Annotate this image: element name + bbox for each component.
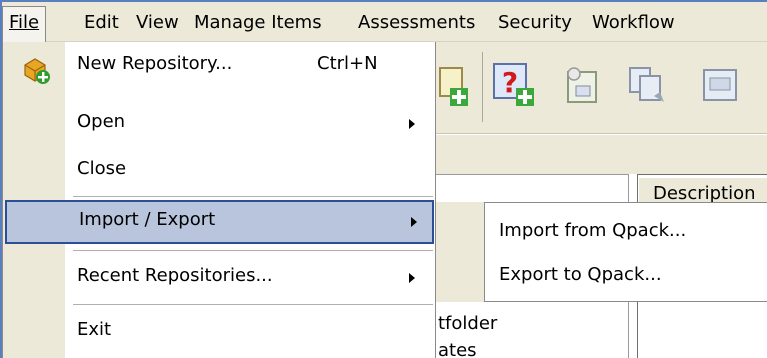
menu-assessments-label: Assessments: [358, 12, 476, 33]
application-window: ? Description tfolder ates File Edit Vie…: [0, 0, 767, 358]
import-export-submenu: Import from Qpack... Export to Qpack...: [484, 202, 767, 302]
menu-bar: File Edit View Manage Items Assessments …: [2, 2, 767, 43]
tree-item[interactable]: tfolder: [438, 313, 497, 334]
menu-separator: [73, 196, 433, 197]
submenu-icon-gutter: [436, 202, 484, 302]
menu-item-close[interactable]: Close: [3, 149, 435, 193]
menu-item-label: Recent Repositories...: [77, 265, 273, 286]
menu-view-label: View: [136, 12, 179, 33]
item-preview-icon[interactable]: [692, 60, 740, 108]
menu-item-export-to-qpack[interactable]: Export to Qpack...: [499, 253, 662, 297]
menu-item-label: Export to Qpack...: [499, 264, 662, 285]
menu-manage-items[interactable]: Manage Items: [188, 8, 328, 38]
menu-item-new-repository[interactable]: New Repository... Ctrl+N: [3, 53, 435, 99]
menu-item-label: Exit: [77, 319, 112, 340]
menu-view[interactable]: View: [130, 8, 185, 38]
menu-security-label: Security: [498, 12, 572, 33]
file-menu-dropdown: New Repository... Ctrl+N Open Close Impo…: [2, 42, 436, 358]
menu-item-label: Open: [77, 111, 126, 132]
menu-item-label: Close: [77, 158, 127, 179]
menu-item-shortcut: Ctrl+N: [317, 53, 378, 74]
menu-item-label: Import from Qpack...: [499, 220, 687, 241]
submenu-arrow-icon: [409, 273, 415, 283]
menu-item-label: New Repository...: [77, 53, 233, 74]
menu-file-label: File: [9, 12, 40, 33]
menu-item-label: Import / Export: [79, 209, 216, 230]
menu-separator: [73, 250, 433, 251]
menu-workflow-label: Workflow: [592, 12, 675, 33]
menu-manage-items-label: Manage Items: [194, 12, 322, 33]
menu-security[interactable]: Security: [492, 8, 578, 38]
new-repository-icon: [24, 58, 50, 84]
menu-file[interactable]: File: [2, 6, 47, 43]
toolbar-separator: [482, 52, 483, 122]
submenu-arrow-icon: [411, 217, 417, 227]
tree-item[interactable]: ates: [438, 340, 477, 358]
item-properties-icon[interactable]: [558, 60, 606, 108]
copy-item-icon[interactable]: [624, 60, 672, 108]
menu-item-open[interactable]: Open: [3, 102, 435, 146]
menu-workflow[interactable]: Workflow: [586, 8, 681, 38]
menu-edit-label: Edit: [84, 12, 119, 33]
menu-assessments[interactable]: Assessments: [352, 8, 481, 38]
menu-separator: [73, 304, 433, 305]
menu-item-import-export[interactable]: Import / Export: [5, 200, 434, 244]
menu-edit[interactable]: Edit: [78, 8, 125, 38]
menu-item-import-from-qpack[interactable]: Import from Qpack...: [499, 209, 686, 253]
menu-item-exit[interactable]: Exit: [3, 310, 435, 354]
new-question-icon[interactable]: ?: [490, 60, 538, 108]
svg-text:?: ?: [502, 66, 518, 99]
submenu-arrow-icon: [409, 119, 415, 129]
menu-item-recent-repositories[interactable]: Recent Repositories...: [3, 256, 435, 300]
